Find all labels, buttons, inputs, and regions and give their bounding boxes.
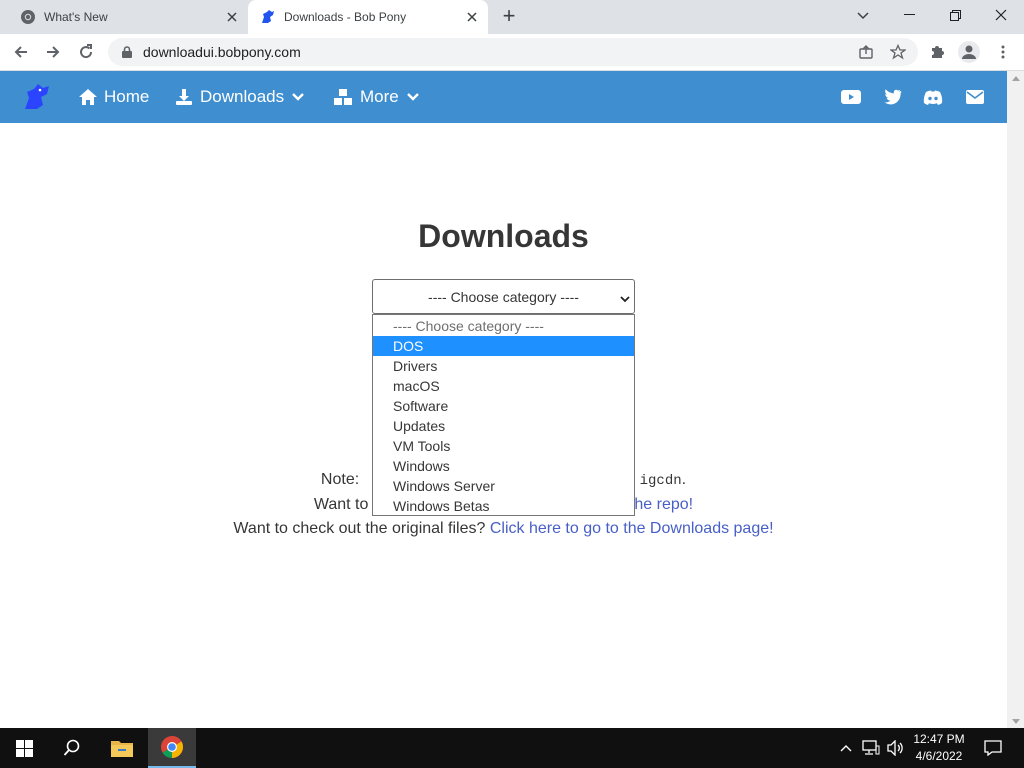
page-scrollbar[interactable] (1007, 71, 1024, 728)
nav-more-label: More (360, 87, 399, 106)
dropdown-option[interactable]: Windows Betas (373, 496, 634, 516)
volume-icon[interactable] (884, 728, 906, 768)
close-window-icon[interactable] (978, 0, 1024, 30)
chevron-down-icon (406, 93, 419, 101)
notifications-icon[interactable] (978, 728, 1008, 768)
taskbar-clock[interactable]: 12:47 PM 4/6/2022 (906, 731, 972, 765)
clock-time: 12:47 PM (913, 732, 965, 746)
profile-avatar-icon[interactable] (956, 39, 982, 65)
network-icon[interactable] (860, 728, 882, 768)
search-icon[interactable] (48, 728, 96, 768)
note-line-original-files: Want to check out the original files? Cl… (233, 520, 774, 537)
dropdown-option[interactable]: Drivers (373, 356, 634, 376)
file-explorer-icon[interactable] (98, 728, 146, 768)
lock-icon (120, 45, 134, 59)
chevron-down-icon (292, 93, 304, 101)
bookmark-star-icon[interactable] (885, 39, 911, 65)
menu-kebab-icon[interactable] (990, 39, 1016, 65)
dropdown-option[interactable]: Updates (373, 416, 634, 436)
scroll-up-arrow-icon[interactable] (1007, 71, 1024, 85)
twitter-icon[interactable] (881, 87, 903, 107)
chevron-down-icon (620, 290, 630, 306)
clock-date: 4/6/2022 (915, 749, 963, 763)
downloads-page-link[interactable]: Click here to go to the Downloads page! (490, 520, 774, 537)
scroll-down-arrow-icon[interactable] (1007, 714, 1024, 728)
bobpony-logo-icon (260, 9, 276, 25)
new-tab-button[interactable]: + (497, 5, 521, 28)
dropdown-option[interactable]: macOS (373, 376, 634, 396)
home-icon (78, 87, 98, 107)
windows-start-icon[interactable] (0, 728, 48, 768)
url-text: downloadui.bobpony.com (143, 44, 301, 60)
address-bar[interactable]: downloadui.bobpony.com (108, 38, 918, 66)
category-select[interactable]: ---- Choose category ---- (372, 279, 635, 314)
page-title: Downloads (418, 218, 589, 254)
share-icon[interactable] (853, 39, 879, 65)
category-dropdown-list: ---- Choose category ---- DOS Drivers ma… (372, 314, 635, 516)
back-arrow-icon[interactable] (8, 39, 34, 65)
tab-strip: What's New Downloads - Bob Pony + (0, 0, 1024, 34)
forward-arrow-icon[interactable] (40, 39, 66, 65)
nav-home-link[interactable]: Home (78, 71, 149, 123)
discord-icon[interactable] (922, 87, 944, 107)
restore-icon[interactable] (932, 0, 978, 30)
tab-whats-new[interactable]: What's New (0, 0, 248, 34)
reload-icon[interactable] (73, 39, 99, 65)
dropdown-option[interactable]: DOS (373, 336, 634, 356)
dropdown-option[interactable]: Windows (373, 456, 634, 476)
nav-downloads-label: Downloads (200, 87, 285, 106)
tab-title: What's New (44, 10, 108, 24)
dropdown-option[interactable]: VM Tools (373, 436, 634, 456)
minimize-icon[interactable] (886, 0, 932, 30)
dropdown-option[interactable]: ---- Choose category ---- (373, 316, 634, 336)
dropdown-option[interactable]: Software (373, 396, 634, 416)
close-tab-icon[interactable] (464, 9, 480, 25)
youtube-icon[interactable] (840, 87, 862, 107)
nav-downloads-dropdown[interactable]: Downloads (174, 71, 304, 123)
repo-link[interactable]: he repo! (634, 496, 693, 513)
bobpony-logo-icon[interactable] (22, 83, 52, 111)
chrome-icon (20, 9, 36, 25)
show-hidden-icons-chevron-icon[interactable] (838, 728, 854, 768)
chrome-taskbar-icon[interactable] (148, 728, 196, 768)
category-select-value: ---- Choose category ---- (428, 288, 579, 305)
email-icon[interactable] (964, 87, 986, 107)
nav-more-dropdown[interactable]: More (332, 71, 419, 123)
tab-search-icon[interactable] (851, 6, 875, 26)
dropdown-option[interactable]: Windows Server (373, 476, 634, 496)
nav-home-label: Home (104, 87, 150, 106)
download-icon (174, 87, 194, 107)
extensions-puzzle-icon[interactable] (924, 39, 950, 65)
cubes-icon (332, 87, 354, 107)
tab-title: Downloads - Bob Pony (284, 10, 407, 24)
windows-taskbar: 12:47 PM 4/6/2022 (0, 728, 1024, 768)
site-navbar: Home Downloads More (0, 71, 1007, 123)
browser-toolbar: downloadui.bobpony.com (0, 34, 1024, 71)
close-tab-icon[interactable] (224, 9, 240, 25)
tab-downloads-bob-pony[interactable]: Downloads - Bob Pony (248, 0, 488, 34)
